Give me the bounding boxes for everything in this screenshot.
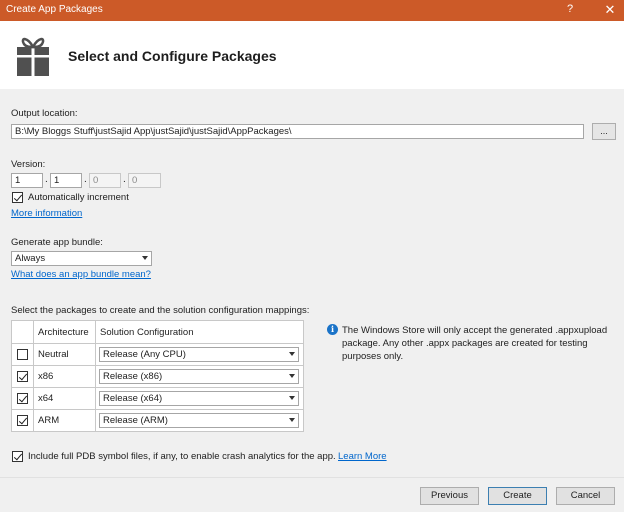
page-title: Select and Configure Packages	[68, 48, 277, 64]
version-separator: .	[45, 174, 48, 185]
table-row: x86 Release (x86)	[11, 365, 304, 388]
bundle-selected-value: Always	[15, 253, 46, 264]
version-minor-input[interactable]: 1	[50, 173, 82, 188]
architecture-cell: ARM	[33, 409, 96, 432]
close-icon[interactable]: ✕	[600, 1, 620, 19]
chevron-down-icon	[289, 418, 295, 422]
cancel-button[interactable]: Cancel	[556, 487, 615, 505]
configuration-select-x86[interactable]: Release (x86)	[99, 369, 299, 384]
button-bar: Previous Create Cancel	[0, 477, 624, 512]
version-major-input[interactable]: 1	[11, 173, 43, 188]
architecture-cell: Neutral	[33, 343, 96, 366]
package-checkbox-neutral[interactable]	[17, 349, 28, 360]
bundle-help-link[interactable]: What does an app bundle mean?	[11, 269, 151, 280]
column-header-select	[11, 320, 34, 344]
chevron-down-icon	[142, 256, 148, 260]
window-title: Create App Packages	[6, 4, 103, 15]
packages-table: Architecture Solution Configuration Neut…	[11, 320, 304, 432]
bundle-label: Generate app bundle:	[11, 237, 103, 248]
configuration-value: Release (Any CPU)	[103, 349, 186, 360]
configuration-select-arm[interactable]: Release (ARM)	[99, 413, 299, 428]
browse-button[interactable]: ...	[592, 123, 616, 140]
version-build-input: 0	[89, 173, 121, 188]
version-separator: .	[84, 174, 87, 185]
help-icon[interactable]: ?	[567, 3, 573, 15]
bundle-select[interactable]: Always	[11, 251, 152, 266]
column-header-configuration: Solution Configuration	[95, 320, 304, 344]
chevron-down-icon	[289, 352, 295, 356]
pdb-checkbox[interactable]	[12, 451, 23, 462]
table-row: Neutral Release (Any CPU)	[11, 343, 304, 366]
learn-more-link[interactable]: Learn More	[338, 451, 387, 462]
configuration-value: Release (x64)	[103, 393, 163, 404]
table-row: x64 Release (x64)	[11, 387, 304, 410]
chevron-down-icon	[289, 374, 295, 378]
configuration-value: Release (x86)	[103, 371, 163, 382]
auto-increment-checkbox[interactable]	[12, 192, 23, 203]
version-revision-input: 0	[128, 173, 161, 188]
package-checkbox-x64[interactable]	[17, 393, 28, 404]
header-panel: Select and Configure Packages	[0, 21, 624, 89]
title-bar: Create App Packages ? ✕	[0, 0, 624, 21]
configuration-select-x64[interactable]: Release (x64)	[99, 391, 299, 406]
architecture-cell: x86	[33, 365, 96, 388]
configuration-value: Release (ARM)	[103, 415, 168, 426]
info-icon: i	[327, 324, 338, 335]
version-label: Version:	[11, 159, 46, 170]
output-location-input[interactable]: B:\My Bloggs Stuff\justSajid App\justSaj…	[11, 124, 584, 139]
output-location-label: Output location:	[11, 108, 78, 119]
auto-increment-label: Automatically increment	[28, 192, 129, 203]
more-information-link[interactable]: More information	[11, 208, 82, 219]
table-header-row: Architecture Solution Configuration	[11, 320, 304, 344]
chevron-down-icon	[289, 396, 295, 400]
pdb-label: Include full PDB symbol files, if any, t…	[28, 451, 336, 462]
create-button[interactable]: Create	[488, 487, 547, 505]
previous-button[interactable]: Previous	[420, 487, 479, 505]
package-checkbox-arm[interactable]	[17, 415, 28, 426]
packages-label: Select the packages to create and the so…	[11, 305, 310, 316]
column-header-architecture: Architecture	[33, 320, 96, 344]
version-separator: .	[123, 174, 126, 185]
package-icon	[17, 37, 49, 76]
configuration-select-neutral[interactable]: Release (Any CPU)	[99, 347, 299, 362]
architecture-cell: x64	[33, 387, 96, 410]
store-info-text: The Windows Store will only accept the g…	[342, 325, 608, 362]
table-row: ARM Release (ARM)	[11, 409, 304, 432]
package-checkbox-x86[interactable]	[17, 371, 28, 382]
